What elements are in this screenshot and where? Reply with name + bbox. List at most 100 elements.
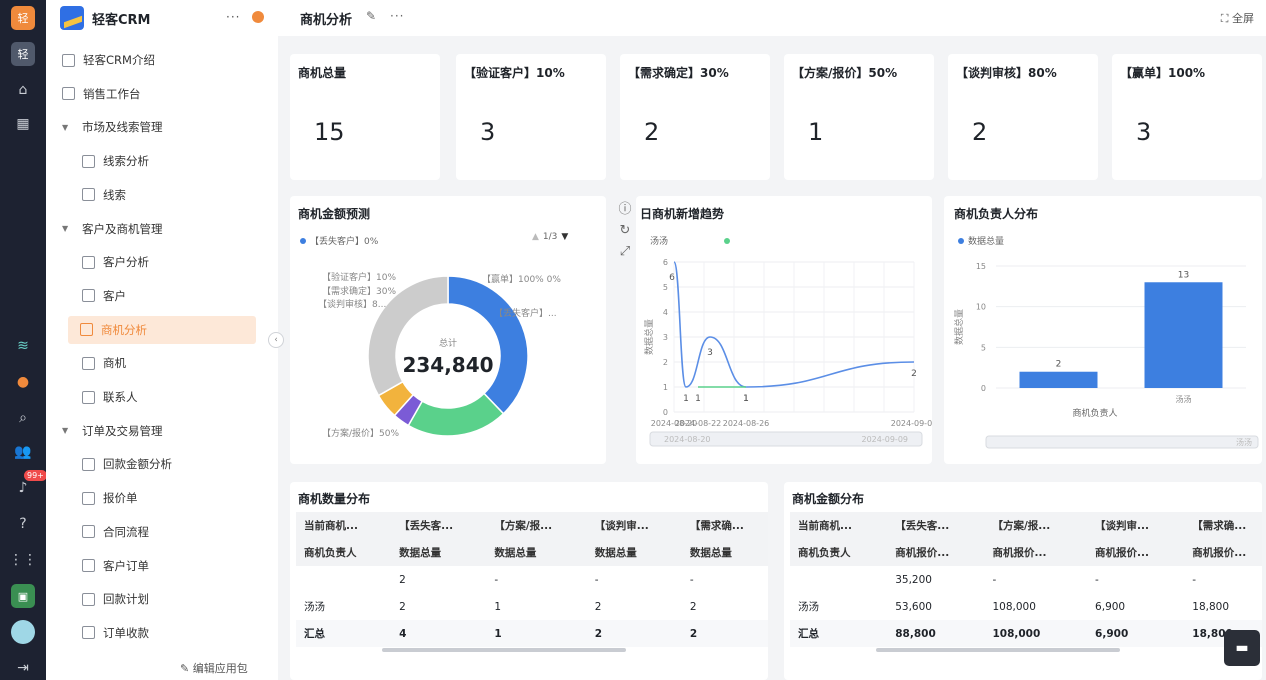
header-cell[interactable]: 【丢失客... [887, 512, 985, 539]
refresh-icon[interactable]: ↻ [620, 223, 631, 238]
edit-package-link[interactable]: ✎ 编辑应用包 [180, 660, 248, 676]
edit-icon[interactable]: ✎ [366, 9, 376, 23]
page-icon [82, 255, 95, 269]
header-cell[interactable]: 【需求确... [681, 512, 768, 539]
app-logo-icon[interactable]: 轻 [11, 6, 35, 30]
header-cell[interactable]: 当前商机... [790, 512, 888, 539]
apps-icon[interactable]: ⋮⋮ [9, 548, 37, 572]
donut-card: 商机金额预测 【丢失客户】0% ▲ 1/3 ▼ 【验证客户】10% 【需求确定】30%… [290, 196, 606, 464]
sidebar-item[interactable]: ▼ 市场及线索管理 [46, 113, 278, 141]
workspace-icon[interactable]: 轻 [11, 42, 35, 66]
more-icon[interactable]: ··· [226, 10, 240, 24]
app-icon[interactable]: ▣ [11, 584, 35, 608]
sidebar-item[interactable]: 合同流程 [46, 518, 278, 546]
header-cell[interactable]: 【谈判审... [1087, 512, 1185, 539]
sidebar-item[interactable]: 回款金额分析 [46, 450, 278, 478]
chat-button[interactable]: ▬ [1224, 630, 1260, 666]
total-cell: 4 [391, 620, 487, 647]
sidebar-item[interactable]: 线索分析 [46, 147, 278, 175]
grid-icon[interactable]: ▦ [11, 112, 35, 136]
users-icon[interactable]: 👥 [11, 440, 35, 464]
kpi-value: 15 [314, 118, 345, 146]
sidebar-item[interactable]: 客户分析 [46, 248, 278, 276]
home-icon[interactable]: ⌂ [11, 78, 35, 102]
edit-package-label: 编辑应用包 [192, 662, 248, 675]
table2-wrap[interactable]: 当前商机...【丢失客...【方案/报...【谈判审...【需求确...【验证商… [790, 512, 1262, 647]
sidebar-item[interactable]: 回款计划 [46, 585, 278, 613]
sidebar-item[interactable]: 线索 [46, 181, 278, 209]
header-cell[interactable]: 商机负责人 [790, 539, 888, 566]
data-label: 3 [707, 348, 713, 358]
y-tick-label: 5 [981, 343, 986, 352]
settings-dot-icon[interactable] [252, 11, 264, 23]
data-label: 2 [1056, 360, 1062, 370]
sidebar-item[interactable]: ▼ 客户及商机管理 [46, 215, 278, 243]
sidebar-item[interactable]: 商机分析 [68, 315, 256, 344]
table-cell: 18,800 [1192, 600, 1230, 613]
header-cell[interactable]: 【方案/报... [486, 512, 587, 539]
x-tick-label: 2024-08-26 [723, 419, 770, 428]
slice-label: 【赢单】100% 0% [482, 273, 561, 285]
expand-icon[interactable]: ⤢ [620, 244, 630, 259]
header-cell[interactable]: 数据总量 [391, 539, 487, 566]
sidebar-item[interactable]: 客户 [46, 282, 278, 310]
header-cell[interactable]: 数据总量 [586, 539, 682, 566]
y-tick-label: 3 [663, 333, 668, 342]
table-row: 2---- [296, 566, 768, 593]
header-cell[interactable]: 商机报价... [984, 539, 1088, 566]
slider-start-label: 2024-08-20 [664, 435, 711, 444]
dot-icon[interactable]: ● [11, 370, 35, 394]
help-icon[interactable]: ? [11, 512, 35, 536]
header-cell[interactable]: 【方案/报... [984, 512, 1088, 539]
table1-scrollbar[interactable] [382, 648, 626, 652]
avatar[interactable] [11, 620, 35, 644]
sidebar-item[interactable]: 报价单 [46, 484, 278, 512]
header-cell[interactable]: 商机报价... [1087, 539, 1185, 566]
sidebar-item[interactable]: 销售工作台 [46, 80, 278, 108]
table2-scrollbar[interactable] [876, 648, 1120, 652]
table-cell: 汤汤 [798, 601, 819, 613]
header-cell[interactable]: 当前商机... [296, 512, 392, 539]
header-cell[interactable]: 数据总量 [486, 539, 587, 566]
table-row: 汤汤53,600108,0006,90018,80012,34 [790, 593, 1262, 620]
collapse-sidebar-button[interactable]: ‹ [268, 332, 284, 348]
sidebar-item[interactable]: ▼ 订单及交易管理 [46, 417, 278, 445]
sidebar-item[interactable]: 联系人 [46, 383, 278, 411]
slice-label: 【谈判审核】8... [318, 298, 386, 310]
sidebar-item-label: 订单及交易管理 [82, 423, 163, 438]
header-cell[interactable]: 【需求确... [1184, 512, 1262, 539]
header-cell[interactable]: 商机报价... [1184, 539, 1262, 566]
bar [1144, 282, 1223, 388]
sidebar-item[interactable]: 客户订单 [46, 552, 278, 580]
header-cell[interactable]: 数据总量 [681, 539, 768, 566]
kpi-card: 【赢单】100% 3 [1112, 54, 1262, 180]
page-icon [82, 525, 95, 539]
header-cell[interactable]: 商机负责人 [296, 539, 392, 566]
x-tick-label: 2024-09-09 [891, 419, 932, 428]
amount-table: 当前商机...【丢失客...【方案/报...【谈判审...【需求确...【验证商… [790, 512, 1262, 647]
slice-label: 【方案/报价】50% [322, 427, 399, 439]
wave-icon[interactable]: ≋ [11, 334, 35, 358]
sidebar-item[interactable]: 订单收款 [46, 619, 278, 647]
page-icon [82, 154, 95, 168]
sidebar-item[interactable]: 轻客CRM介绍 [46, 46, 278, 74]
sidebar-item[interactable]: 商机 [46, 349, 278, 377]
sidebar-item-label: 合同流程 [103, 524, 149, 539]
donut-chart: 【验证客户】10% 【需求确定】30%【谈判审核】8... 【赢单】100% 0% 【… [318, 271, 561, 439]
info-icon[interactable]: ⓘ [618, 198, 631, 217]
expand-icon[interactable]: ⇥ [11, 656, 35, 680]
table1-wrap[interactable]: 当前商机...【丢失客...【方案/报...【谈判审...【需求确...【验证商… [296, 512, 768, 647]
slider-end-label: 汤汤 [1236, 438, 1252, 447]
header-cell[interactable]: 【谈判审... [586, 512, 682, 539]
slice-label: 【丢失客户】... [494, 307, 557, 319]
fullscreen-button[interactable]: ⛶ 全屏 [1221, 10, 1254, 26]
header-cell[interactable]: 商机报价... [887, 539, 985, 566]
page-icon [82, 390, 95, 404]
x-tick-label: 2024-08-22 [675, 419, 722, 428]
page-icon [82, 188, 95, 202]
search-icon[interactable]: ⌕ [11, 406, 35, 430]
data-label: 1 [743, 394, 749, 404]
line-card: 日商机新增趋势 汤汤 0 1 2 3 4 5 6 数据总量 6 1 3 1 2 1 1 2024-08-20 2… [636, 196, 932, 464]
more-icon[interactable]: ··· [390, 9, 404, 23]
header-cell[interactable]: 【丢失客... [391, 512, 487, 539]
